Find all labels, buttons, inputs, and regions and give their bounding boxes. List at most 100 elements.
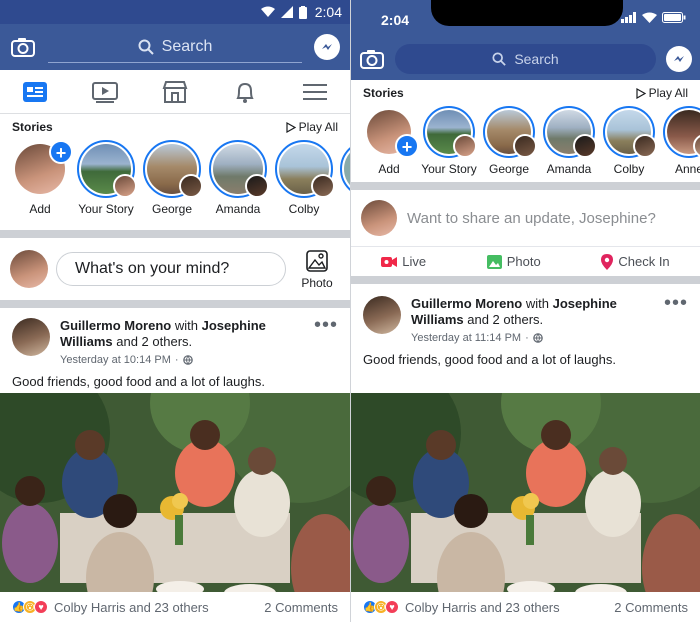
post-with: with — [525, 296, 549, 311]
avatar — [361, 200, 397, 236]
post-time[interactable]: Yesterday at 11:14 PM — [411, 330, 521, 346]
story-label: Your Story — [421, 162, 477, 176]
messenger-icon[interactable] — [666, 46, 692, 72]
live-button[interactable]: Live — [381, 254, 426, 269]
checkin-button[interactable]: Check In — [601, 253, 670, 270]
story-george[interactable]: George — [142, 140, 203, 222]
separator-dot: · — [174, 354, 179, 366]
search-row: Search — [359, 44, 692, 74]
status-input[interactable]: Want to share an update, Josephine? — [407, 210, 656, 227]
search-input[interactable]: Search — [48, 31, 302, 63]
signal-icon — [280, 6, 293, 18]
story-ring — [543, 106, 597, 158]
tab-notifications[interactable] — [225, 74, 265, 110]
story-ring — [275, 140, 335, 198]
photo-button[interactable]: Photo — [294, 249, 340, 290]
post-text: Good friends, good food and a lot of lau… — [363, 352, 616, 367]
play-icon — [286, 121, 296, 133]
battery-icon — [662, 12, 686, 23]
stories-title: Stories — [12, 120, 53, 134]
family-dinner-photo — [0, 393, 350, 622]
status-time: 2:04 — [381, 12, 410, 28]
camera-icon[interactable] — [359, 46, 385, 72]
story-label: Your Story — [78, 202, 134, 216]
location-pin-icon — [601, 253, 614, 270]
story-add[interactable]: + Add — [10, 140, 73, 222]
avatar[interactable] — [12, 318, 50, 356]
post-author[interactable]: Guillermo Moreno — [60, 318, 171, 333]
story-add[interactable]: + Add — [359, 106, 419, 182]
story-label: Anne — [674, 162, 700, 176]
header-bar: 2:04 Search — [351, 0, 700, 80]
status-icons — [621, 12, 686, 23]
section-divider — [351, 182, 700, 190]
story-your-story[interactable]: Your Story — [419, 106, 479, 182]
more-options-icon[interactable]: ••• — [664, 293, 688, 346]
composer-actions: Live Photo Check In — [351, 246, 700, 276]
avatar[interactable] — [363, 296, 401, 334]
reaction-icons: 👍 😮 ♥ — [363, 600, 399, 614]
tab-news-feed[interactable] — [15, 74, 55, 110]
status-input[interactable]: What's on your mind? — [56, 252, 286, 286]
avatar — [10, 250, 48, 288]
search-icon — [492, 52, 507, 66]
story-your-story[interactable]: Your Story — [76, 140, 137, 222]
reaction-count: Colby Harris and 23 others — [54, 599, 209, 615]
story-label: Colby — [288, 202, 320, 216]
story-anne[interactable]: Anne — [659, 106, 700, 182]
comment-count[interactable]: 2 Comments — [614, 600, 688, 615]
post-photo[interactable] — [0, 393, 350, 622]
tab-menu[interactable] — [295, 74, 335, 110]
story-partial[interactable] — [340, 140, 350, 222]
status-time: 2:04 — [314, 4, 342, 20]
play-all-button[interactable]: Play All — [636, 86, 688, 100]
composer: Want to share an update, Josephine? — [351, 190, 700, 246]
play-all-button[interactable]: Play All — [286, 120, 338, 134]
story-colby[interactable]: Colby — [274, 140, 335, 222]
messenger-icon[interactable] — [314, 34, 340, 60]
story-ring — [423, 106, 477, 158]
live-video-icon — [381, 256, 398, 267]
stories-header: Stories Play All — [351, 80, 700, 106]
avatar — [179, 174, 203, 198]
stories-row: + Add Your Story George Amanda — [0, 140, 350, 222]
section-divider — [351, 276, 700, 284]
story-ring — [143, 140, 203, 198]
post-photo[interactable] — [351, 393, 700, 622]
tab-bar — [0, 70, 350, 114]
post-others[interactable]: and 2 others. — [467, 312, 543, 327]
news-feed-icon — [23, 81, 47, 102]
story-label: George — [151, 202, 193, 216]
globe-icon — [532, 333, 543, 343]
photo-button[interactable]: Photo — [486, 254, 541, 269]
story-colby[interactable]: Colby — [599, 106, 659, 182]
story-ring — [340, 140, 350, 198]
play-icon — [636, 87, 646, 99]
wifi-icon — [260, 6, 275, 17]
avatar — [453, 134, 477, 158]
story-amanda[interactable]: Amanda — [539, 106, 599, 182]
ios-screen: 2:04 Search Stories Play All + Add Your … — [350, 0, 700, 622]
reaction-icons: 👍 😮 ♥ — [12, 600, 48, 614]
camera-icon[interactable] — [10, 34, 36, 60]
search-icon — [138, 39, 154, 55]
post-author[interactable]: Guillermo Moreno — [411, 296, 522, 311]
comment-count[interactable]: 2 Comments — [264, 600, 338, 615]
tab-watch[interactable] — [85, 74, 125, 110]
post-time[interactable]: Yesterday at 10:14 PM — [60, 352, 171, 368]
avatar — [573, 134, 597, 158]
watch-icon — [92, 81, 118, 103]
tab-marketplace[interactable] — [155, 74, 195, 110]
reactions-bar: 👍 😮 ♥ Colby Harris and 23 others 2 Comme… — [0, 592, 350, 622]
more-options-icon[interactable]: ••• — [314, 315, 338, 368]
post-meta: Guillermo Moreno with Josephine Williams… — [60, 318, 304, 368]
post-timestamp-row: Yesterday at 11:14 PM · — [411, 330, 654, 346]
post-others[interactable]: and 2 others. — [116, 334, 192, 349]
story-ring — [77, 140, 137, 198]
reaction-summary[interactable]: 👍 😮 ♥ Colby Harris and 23 others — [12, 600, 209, 615]
search-input[interactable]: Search — [395, 44, 656, 74]
reaction-summary[interactable]: 👍 😮 ♥ Colby Harris and 23 others — [363, 600, 560, 615]
story-george[interactable]: George — [479, 106, 539, 182]
hamburger-icon — [303, 83, 327, 100]
story-amanda[interactable]: Amanda — [208, 140, 269, 222]
